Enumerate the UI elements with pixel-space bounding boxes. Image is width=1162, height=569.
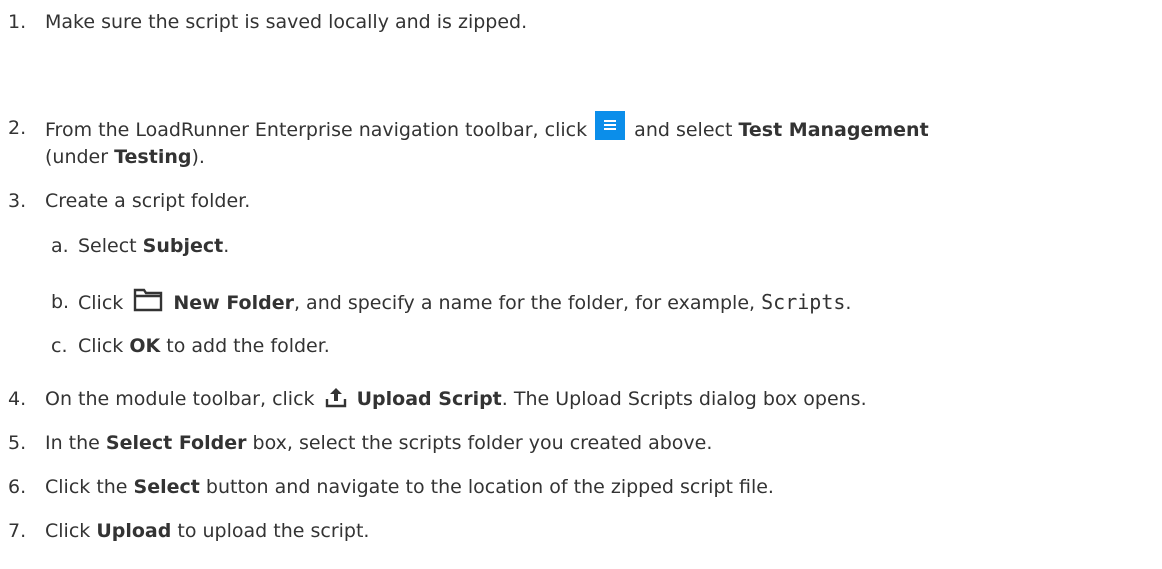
step-text: Select <box>78 235 137 257</box>
step-number: 2. <box>8 117 27 139</box>
step-text: Click the <box>45 476 128 498</box>
hamburger-menu-icon <box>595 111 626 140</box>
step-text: Click <box>78 292 124 314</box>
ui-term: Test Management <box>738 119 929 141</box>
step-text: , and specify a name for the folder, for… <box>293 292 756 314</box>
step-text: In the <box>45 432 100 454</box>
ui-term: New Folder <box>173 292 294 314</box>
step-text: From the LoadRunner Enterprise navigatio… <box>45 119 588 141</box>
step-text: Click <box>78 335 124 357</box>
step-number: 1. <box>8 11 27 33</box>
instructions-document: 1. Make sure the script is saved locally… <box>0 0 1162 569</box>
ui-term: Testing <box>114 146 192 168</box>
ui-term: Subject <box>142 235 224 257</box>
step-text: ). <box>191 146 205 168</box>
step-text: button and navigate to the location of t… <box>205 476 774 498</box>
step-text: to add the folder. <box>166 335 330 357</box>
step-text: and select <box>634 119 733 141</box>
ui-term: Upload <box>96 520 172 542</box>
upload-icon <box>325 387 346 407</box>
step-number: 5. <box>8 432 27 454</box>
ui-term: OK <box>129 335 161 357</box>
step-text: . <box>845 292 852 314</box>
step-text: to upload the script. <box>177 520 370 542</box>
step-text: Create a script folder. <box>45 190 251 212</box>
ui-term: Select <box>133 476 200 498</box>
step-text: . The Upload Scripts dialog box opens. <box>501 388 867 410</box>
step-number: 6. <box>8 476 27 498</box>
ui-term: Select Folder <box>105 432 247 454</box>
step-number: 4. <box>8 388 27 410</box>
code-text: Scripts <box>761 290 846 314</box>
step-text: Click <box>45 520 91 542</box>
step-text: Make sure the script is saved locally an… <box>45 11 528 33</box>
step-number: 7. <box>8 520 27 542</box>
folder-icon <box>134 288 163 311</box>
step-text: On the module toolbar, click <box>45 388 315 410</box>
step-text: . <box>223 235 230 257</box>
step-number: 3. <box>8 190 27 212</box>
ui-term: Upload Script <box>356 388 502 410</box>
step-text: (under <box>45 146 109 168</box>
step-text: box, select the scripts folder you creat… <box>252 432 713 454</box>
